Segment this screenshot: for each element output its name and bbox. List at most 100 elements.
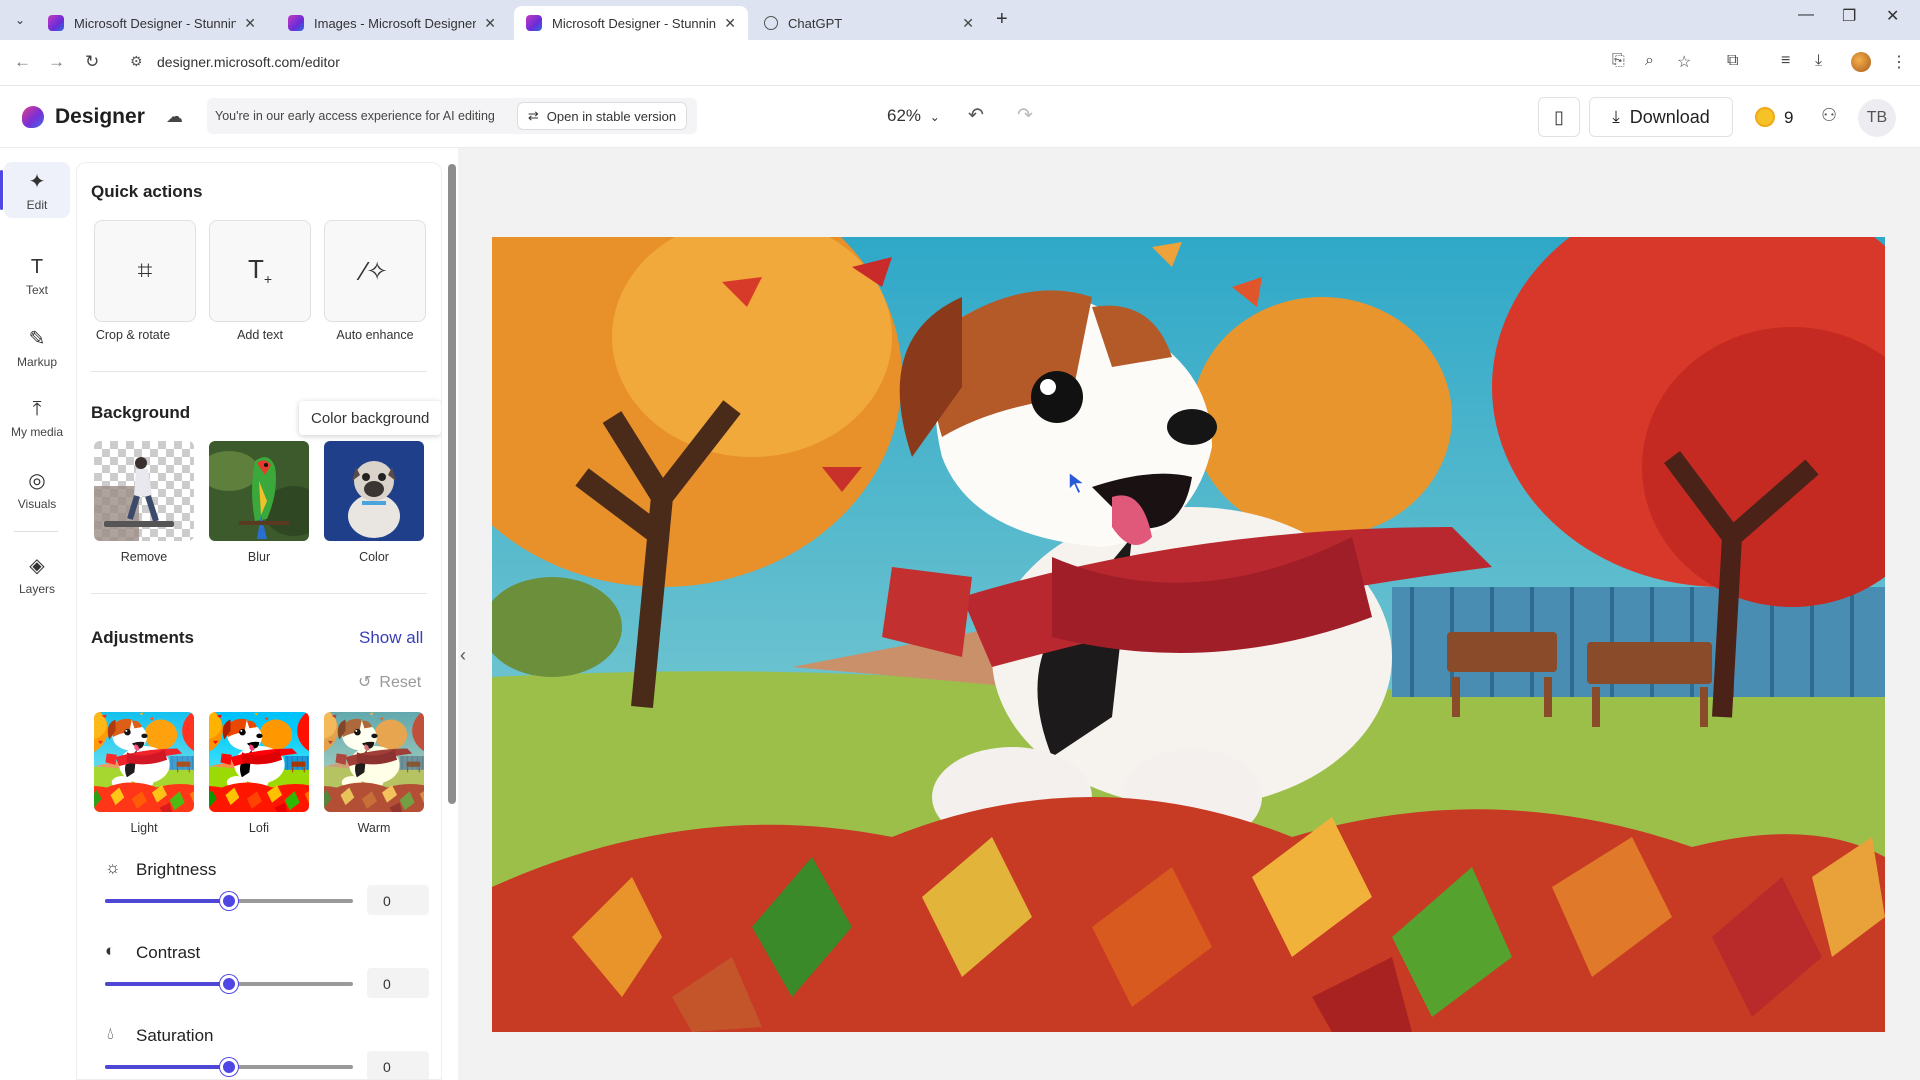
page-view-button[interactable]: ▯: [1538, 97, 1580, 137]
chatgpt-icon: [764, 16, 778, 30]
install-app-icon[interactable]: ⎘: [1612, 52, 1625, 70]
background-option-label: Color: [359, 550, 389, 564]
rail-label: Markup: [16, 354, 57, 369]
close-tab-icon[interactable]: ✕: [724, 15, 736, 32]
designer-logo-icon: [22, 106, 44, 128]
app-header: Designer ☁ You're in our early access ex…: [0, 86, 1920, 148]
show-all-link[interactable]: Show all: [359, 628, 423, 648]
tab-title: ChatGPT: [788, 15, 843, 31]
rail-label: Layers: [18, 581, 56, 596]
rail-label: Text: [25, 282, 48, 297]
quick-actions-title: Quick actions: [91, 182, 203, 201]
designer-icon: [48, 15, 64, 31]
undo-icon[interactable]: ↶: [968, 104, 984, 127]
pen-icon: ✎: [28, 327, 46, 350]
browser-tab[interactable]: Images - Microsoft Designer ✕: [276, 6, 508, 40]
browser-tab[interactable]: ChatGPT ✕: [752, 6, 986, 40]
rail-label: Edit: [26, 197, 48, 212]
bookmark-star-icon[interactable]: ☆: [1677, 52, 1691, 72]
download-label: Download: [1629, 106, 1710, 127]
browser-menu-icon[interactable]: ⋮: [1891, 52, 1907, 72]
saturation-slider-handle[interactable]: [220, 1058, 238, 1076]
browser-tab-bar: ⌄ Microsoft Designer - Stunning ✕ Images…: [0, 0, 1920, 40]
open-stable-button[interactable]: ⇄ Open in stable version: [516, 102, 688, 130]
forward-icon[interactable]: →: [48, 52, 65, 72]
filter-warm-option[interactable]: [324, 712, 424, 812]
contrast-value-input[interactable]: 0: [367, 968, 429, 998]
zoom-icon[interactable]: ⌕: [1645, 52, 1654, 70]
slider-fill: [105, 982, 229, 986]
close-window-icon[interactable]: ✕: [1886, 6, 1899, 26]
restore-icon[interactable]: ❐: [1842, 6, 1856, 26]
contrast-slider-handle[interactable]: [220, 975, 238, 993]
background-color-option[interactable]: [324, 441, 424, 541]
add-text-icon: T+: [247, 254, 273, 288]
extensions-icon[interactable]: ⧉: [1727, 52, 1738, 70]
minimize-icon[interactable]: —: [1798, 6, 1814, 24]
close-tab-icon[interactable]: ✕: [962, 15, 974, 32]
cloud-save-icon[interactable]: ☁: [166, 107, 183, 127]
user-avatar[interactable]: TB: [1858, 99, 1896, 137]
address-bar: ← → ↻ ⚙ designer.microsoft.com/editor ⎘ …: [0, 40, 1920, 86]
chevron-down-icon: ⌄: [929, 110, 940, 124]
canvas-image[interactable]: [492, 237, 1885, 1032]
brightness-value-input[interactable]: 0: [367, 885, 429, 915]
early-access-notice: You're in our early access experience fo…: [207, 98, 698, 134]
browser-tab[interactable]: Microsoft Designer - Stunning ✕: [36, 6, 268, 40]
rail-item-my-media[interactable]: ⤒ My media: [4, 390, 70, 446]
background-blur-option[interactable]: [209, 441, 309, 541]
reload-icon[interactable]: ↻: [85, 52, 99, 72]
divider: [91, 593, 427, 594]
site-info-icon[interactable]: ⚙: [130, 53, 143, 70]
close-tab-icon[interactable]: ✕: [484, 15, 496, 32]
media-controls-icon[interactable]: ≡: [1781, 52, 1790, 70]
active-indicator: [0, 170, 3, 210]
tab-title: Microsoft Designer - Stunning: [74, 15, 237, 31]
brightness-slider-handle[interactable]: [220, 892, 238, 910]
rail-item-markup[interactable]: ✎ Markup: [4, 319, 70, 375]
rail-item-edit[interactable]: ✦ Edit: [4, 162, 70, 218]
shapes-icon: ◎: [28, 469, 46, 492]
crop-rotate-button[interactable]: ⌗: [94, 220, 196, 322]
zoom-value: 62%: [887, 106, 922, 125]
filter-lofi-option[interactable]: [209, 712, 309, 812]
share-icon[interactable]: ⚇: [1821, 105, 1837, 126]
auto-enhance-button[interactable]: ⁄✧: [324, 220, 426, 322]
rail-item-visuals[interactable]: ◎ Visuals: [4, 461, 70, 517]
rail-item-layers[interactable]: ◈ Layers: [4, 546, 70, 602]
redo-icon[interactable]: ↷: [1017, 104, 1033, 127]
text-icon: T: [30, 255, 44, 278]
browser-tab-active[interactable]: Microsoft Designer - Stunning ✕: [514, 6, 748, 40]
url-field[interactable]: designer.microsoft.com/editor: [157, 54, 340, 70]
designer-icon: [288, 15, 304, 31]
filter-label: Light: [130, 821, 158, 835]
color-background-tooltip: Color background: [299, 401, 441, 435]
designer-icon: [526, 15, 542, 31]
background-option-label: Blur: [247, 550, 271, 564]
slider-fill: [105, 899, 229, 903]
magic-wand-icon: ⁄✧: [361, 255, 389, 286]
tab-search-chevron-icon[interactable]: ⌄: [8, 8, 32, 32]
rail-item-text[interactable]: T Text: [4, 248, 70, 304]
filter-label: Lofi: [248, 821, 270, 835]
sun-icon: ☼: [105, 858, 121, 877]
panel-scrollbar[interactable]: [448, 164, 456, 804]
download-button[interactable]: ⤓ Download: [1589, 97, 1733, 137]
back-icon[interactable]: ←: [14, 52, 31, 72]
new-tab-icon[interactable]: +: [996, 8, 1008, 31]
close-tab-icon[interactable]: ✕: [244, 15, 256, 32]
collapse-panel-chevron-icon[interactable]: ‹: [460, 645, 466, 666]
sparkle-icon: ✦: [28, 170, 46, 193]
profile-avatar[interactable]: [1851, 52, 1871, 72]
downloads-icon[interactable]: ⤓: [1815, 52, 1822, 70]
background-remove-option[interactable]: [94, 441, 194, 541]
saturation-value-input[interactable]: 0: [367, 1051, 429, 1079]
reset-button[interactable]: ↺ Reset: [358, 672, 421, 692]
left-rail: ✦ Edit T Text ✎ Markup ⤒ My media ◎ Visu…: [0, 148, 72, 1080]
mouse-pointer-icon: [1068, 470, 1088, 496]
add-text-button[interactable]: T+: [209, 220, 311, 322]
coin-count[interactable]: 9: [1784, 108, 1793, 128]
background-title: Background: [91, 403, 191, 422]
zoom-dropdown[interactable]: 62% ⌄: [887, 106, 940, 126]
filter-light-option[interactable]: [94, 712, 194, 812]
